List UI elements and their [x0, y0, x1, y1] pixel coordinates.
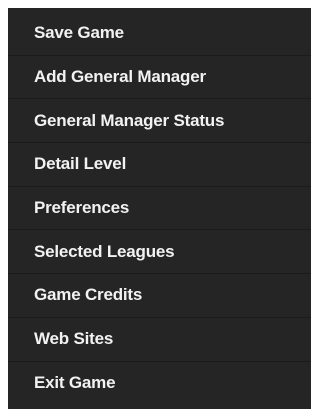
menu-item-preferences[interactable]: Preferences: [8, 187, 311, 231]
menu-item-selected-leagues[interactable]: Selected Leagues: [8, 230, 311, 275]
menu-item-label: General Manager Status: [34, 110, 225, 130]
menu-item-general-manager-status[interactable]: General Manager Status: [8, 99, 311, 144]
menu-item-game-credits[interactable]: Game Credits: [8, 274, 311, 318]
menu-item-web-sites[interactable]: Web Sites: [8, 318, 311, 362]
menu-item-exit-game[interactable]: Exit Game: [8, 362, 311, 406]
menu-item-label: Selected Leagues: [34, 241, 175, 261]
menu-item-label: Game Credits: [34, 285, 143, 305]
menu-item-label: Web Sites: [34, 329, 114, 349]
menu-item-add-general-manager[interactable]: Add General Manager: [8, 56, 311, 100]
game-menu: Save Game Add General Manager General Ma…: [8, 8, 311, 409]
menu-item-label: Add General Manager: [34, 67, 206, 87]
menu-item-label: Detail Level: [34, 154, 127, 174]
menu-item-detail-level[interactable]: Detail Level: [8, 143, 311, 187]
menu-item-label: Save Game: [34, 23, 124, 43]
menu-item-label: Preferences: [34, 198, 130, 218]
menu-item-save-game[interactable]: Save Game: [8, 12, 311, 56]
menu-item-label: Exit Game: [34, 373, 116, 393]
